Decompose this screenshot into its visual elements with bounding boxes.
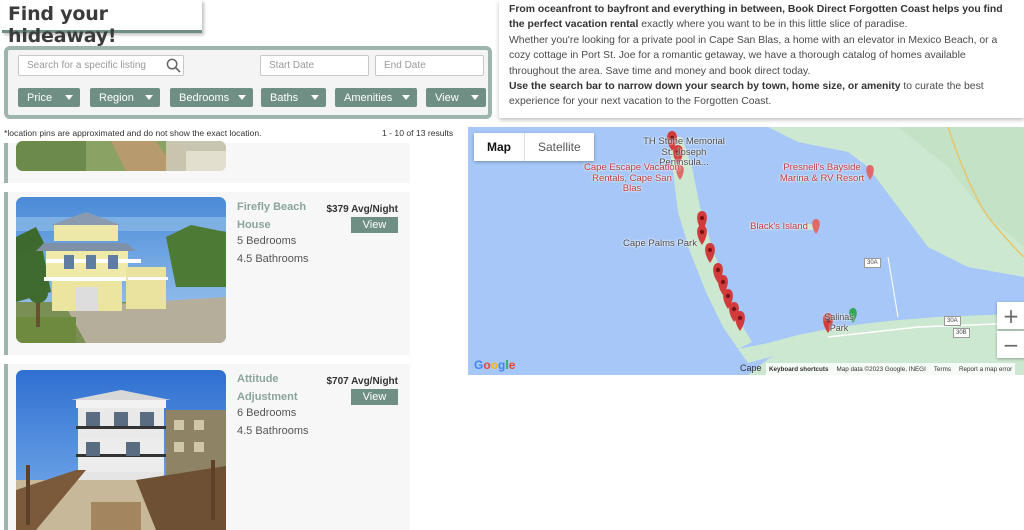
- intro-paragraph-2: Whether you're looking for a private poo…: [509, 34, 998, 77]
- page-title: Find your hideaway!: [8, 3, 117, 47]
- report-map-error-link[interactable]: Report a map error: [959, 366, 1012, 373]
- map-type-control: Map Satellite: [474, 133, 594, 161]
- map-tab[interactable]: Map: [474, 133, 525, 161]
- listing-photo[interactable]: [16, 370, 226, 530]
- chevron-down-icon: [471, 95, 479, 100]
- listing-bathrooms: 4.5 Bathrooms: [237, 252, 309, 265]
- zoom-in-button[interactable]: +: [997, 302, 1024, 329]
- poi-blacks-island[interactable]: Black's Island: [746, 221, 812, 233]
- poi-cape-escape[interactable]: Cape Escape Vacation Rentals, Cape San B…: [584, 162, 680, 195]
- poi-cape: Cape: [740, 363, 762, 373]
- poi-presnell[interactable]: Presnell's Bayside Marina & RV Resort: [776, 162, 868, 184]
- map-attribution: Keyboard shortcuts Map data ©2023 Google…: [766, 363, 1016, 375]
- poi-salinas[interactable]: Salinas Park: [818, 312, 860, 333]
- end-date-input[interactable]: [375, 55, 484, 76]
- results-count: 1 - 10 of 13 results: [382, 128, 454, 138]
- price-filter-label: Price: [27, 91, 53, 104]
- bedrooms-filter-label: Bedrooms: [179, 91, 230, 104]
- intro-paragraph-1: From oceanfront to bayfront and everythi…: [509, 2, 1016, 33]
- listing-price: $379 Avg/Night: [326, 204, 399, 215]
- chevron-down-icon: [65, 95, 73, 100]
- intro-p1-rest: exactly where you want to be in this lit…: [638, 19, 908, 31]
- location-note: *location pins are approximated and do n…: [4, 128, 262, 138]
- view-filter-label: View: [435, 91, 459, 104]
- listing-card[interactable]: Attitude Adjustment $707 Avg/Night View …: [4, 364, 410, 530]
- listing-card[interactable]: [4, 141, 410, 183]
- region-filter-label: Region: [99, 91, 134, 104]
- zoom-out-button[interactable]: −: [997, 331, 1024, 358]
- chevron-down-icon: [238, 95, 246, 100]
- road-badge: 30A: [944, 316, 961, 326]
- baths-filter-label: Baths: [270, 91, 299, 104]
- listing-photo[interactable]: [16, 141, 226, 171]
- view-listing-button[interactable]: View: [351, 217, 398, 233]
- intro-paragraph-3: Use the search bar to narrow down your s…: [509, 79, 1016, 110]
- listing-search-input[interactable]: [18, 55, 184, 76]
- intro-p3-bold: Use the search bar to narrow down your s…: [509, 81, 901, 93]
- baths-filter-button[interactable]: Baths: [261, 88, 326, 107]
- listing-rooms: 6 Bedrooms 4.5 Bathrooms: [237, 405, 309, 440]
- bedrooms-filter-button[interactable]: Bedrooms: [170, 88, 253, 107]
- listing-name[interactable]: Attitude Adjustment: [237, 371, 327, 406]
- search-icon[interactable]: [166, 58, 181, 73]
- amenities-filter-button[interactable]: Amenities: [335, 88, 417, 107]
- listing-price: $707 Avg/Night: [326, 376, 399, 387]
- google-logo[interactable]: Google: [474, 358, 515, 372]
- view-listing-button[interactable]: View: [351, 389, 398, 405]
- listing-bedrooms: 5 Bedrooms: [237, 235, 297, 247]
- listing-photo[interactable]: [16, 197, 226, 343]
- chevron-down-icon: [402, 95, 410, 100]
- chevron-down-icon: [311, 95, 319, 100]
- road-badge: 30B: [953, 328, 970, 338]
- keyboard-shortcuts-link[interactable]: Keyboard shortcuts: [769, 366, 828, 373]
- satellite-tab[interactable]: Satellite: [525, 133, 594, 161]
- listing-card[interactable]: Firefly Beach House $379 Avg/Night View …: [4, 192, 410, 355]
- listing-rooms: 5 Bedrooms 4.5 Bathrooms: [237, 233, 309, 268]
- map[interactable]: TH Stone Memorial St. Joseph Peninsula..…: [468, 127, 1024, 375]
- listing-name[interactable]: Firefly Beach House: [237, 199, 327, 234]
- map-canvas[interactable]: [468, 127, 1024, 375]
- view-filter-button[interactable]: View: [426, 88, 486, 107]
- listing-bedrooms: 6 Bedrooms: [237, 407, 297, 419]
- chevron-down-icon: [145, 95, 153, 100]
- terms-link[interactable]: Terms: [934, 366, 951, 373]
- search-panel: Price Region Bedrooms Baths Amenities Vi…: [4, 46, 492, 119]
- region-filter-button[interactable]: Region: [90, 88, 160, 107]
- listing-bathrooms: 4.5 Bathrooms: [237, 424, 309, 437]
- amenities-filter-label: Amenities: [344, 91, 393, 104]
- poi-cape-palms[interactable]: Cape Palms Park: [618, 238, 702, 250]
- map-data-text: Map data ©2023 Google, INEGI: [836, 365, 926, 373]
- road-badge: 30A: [864, 258, 881, 268]
- price-filter-button[interactable]: Price: [18, 88, 80, 107]
- intro-text: From oceanfront to bayfront and everythi…: [499, 0, 1024, 118]
- start-date-input[interactable]: [260, 55, 369, 76]
- page-title-box: Find your hideaway!: [2, 0, 202, 47]
